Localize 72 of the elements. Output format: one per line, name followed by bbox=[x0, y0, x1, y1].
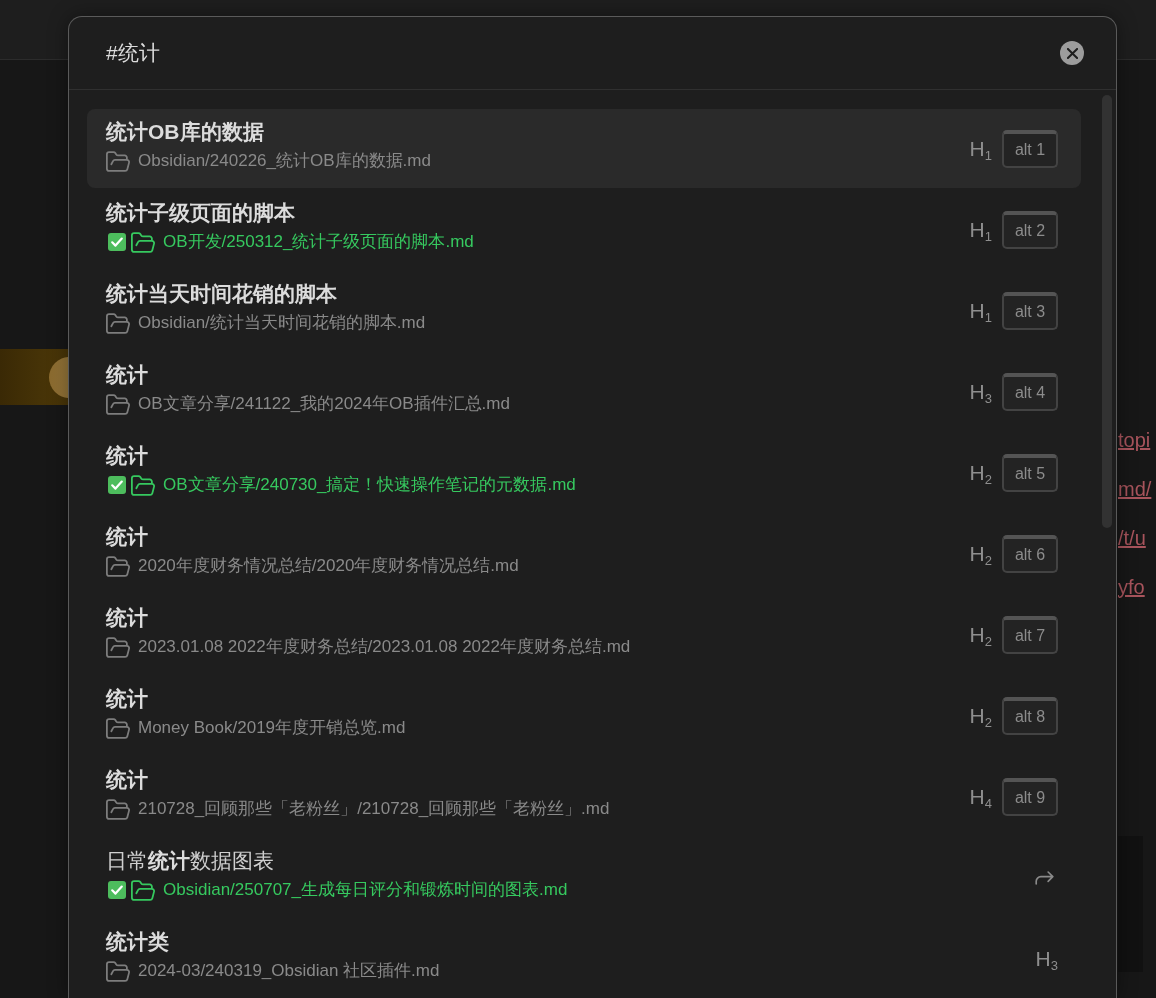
hotkey-hint: alt 1 bbox=[1002, 129, 1058, 168]
result-item[interactable]: 统计类 2024-03/240319_Obsidian 社区插件.md H$_{3}$ bbox=[87, 919, 1081, 998]
heading-level-label: H$_{2}$ bbox=[969, 459, 992, 486]
heading-level-label: H$_{4}$ bbox=[969, 783, 992, 810]
hotkey-hint: alt 8 bbox=[1002, 696, 1058, 735]
folder-icon bbox=[106, 636, 130, 658]
folder-icon bbox=[106, 717, 130, 739]
result-item[interactable]: 统计 2023.01.08 2022年度财务总结/2023.01.08 2022年度财务总结.md H$_{2}$ alt 7 bbox=[87, 595, 1081, 674]
heading-level-label: H$_{2}$ bbox=[969, 540, 992, 567]
result-item[interactable]: 统计 OB文章分享/240730_搞定！快速操作笔记的元数据.md H$_{2}$ alt 5 bbox=[87, 433, 1081, 512]
hotkey-hint: alt 6 bbox=[1002, 534, 1058, 573]
folder-icon bbox=[131, 474, 155, 496]
folder-icon bbox=[106, 312, 130, 334]
check-icon bbox=[108, 881, 126, 899]
folder-icon bbox=[131, 231, 155, 253]
link-text[interactable]: topi bbox=[1118, 416, 1151, 465]
folder-icon bbox=[106, 555, 130, 577]
result-title: 统计 bbox=[106, 362, 148, 388]
result-title: 日常统计数据图表 bbox=[106, 848, 274, 874]
result-item[interactable]: 统计 OB文章分享/241122_我的2024年OB插件汇总.md H$_{3}$ alt 4 bbox=[87, 352, 1081, 431]
hotkey-hint: alt 4 bbox=[1002, 372, 1058, 411]
result-title: 统计 bbox=[106, 443, 148, 469]
result-title: 统计 bbox=[106, 767, 148, 793]
result-item[interactable]: 统计子级页面的脚本 OB开发/250312_统计子级页面的脚本.md H$_{1}$ alt 2 bbox=[87, 190, 1081, 269]
hotkey-hint: alt 5 bbox=[1002, 453, 1058, 492]
file-path: 2024-03/240319_Obsidian 社区插件.md bbox=[138, 960, 440, 982]
result-title: 统计 bbox=[106, 524, 148, 550]
hotkey-hint: alt 2 bbox=[1002, 210, 1058, 249]
curved-arrow-icon bbox=[1035, 870, 1054, 885]
result-item[interactable]: 统计 210728_回顾那些「老粉丝」/210728_回顾那些「老粉丝」.md H$_{4}$ alt 9 bbox=[87, 757, 1081, 836]
search-field[interactable]: #统计 bbox=[106, 35, 1048, 71]
file-path: Obsidian/240226_统计OB库的数据.md bbox=[138, 150, 431, 172]
file-path: OB开发/250312_统计子级页面的脚本.md bbox=[163, 231, 474, 253]
file-path: Obsidian/统计当天时间花销的脚本.md bbox=[138, 312, 426, 334]
result-item[interactable]: 统计 2020年度财务情况总结/2020年度财务情况总结.md H$_{2}$ alt 6 bbox=[87, 514, 1081, 593]
result-title: 统计子级页面的脚本 bbox=[106, 200, 295, 226]
file-path: 2023.01.08 2022年度财务总结/2023.01.08 2022年度财务总结.md bbox=[138, 636, 631, 658]
folder-icon bbox=[131, 879, 155, 901]
result-title: 统计当天时间花销的脚本 bbox=[106, 281, 337, 307]
result-title: 统计 bbox=[106, 686, 148, 712]
result-item[interactable]: 统计OB库的数据 Obsidian/240226_统计OB库的数据.md H$_{1}$ alt 1 bbox=[87, 109, 1081, 188]
heading-level-label: H$_{2}$ bbox=[969, 621, 992, 648]
file-path: Money Book/2019年度开销总览.md bbox=[138, 717, 406, 739]
check-icon bbox=[108, 233, 126, 251]
file-path: OB文章分享/241122_我的2024年OB插件汇总.md bbox=[138, 393, 510, 415]
result-item[interactable]: 统计 Money Book/2019年度开销总览.md H$_{2}$ alt 8 bbox=[87, 676, 1081, 755]
file-path: 210728_回顾那些「老粉丝」/210728_回顾那些「老粉丝」.md bbox=[138, 798, 610, 820]
result-title: 统计OB库的数据 bbox=[106, 119, 264, 145]
clear-button[interactable] bbox=[1060, 41, 1084, 65]
result-title: 统计类 bbox=[106, 929, 169, 955]
folder-icon bbox=[106, 393, 130, 415]
result-item[interactable]: 日常统计数据图表 Obsidian/250707_生成每日评分和锻炼时间的图表.md bbox=[87, 838, 1081, 917]
heading-level-label: H$_{1}$ bbox=[969, 297, 992, 324]
check-icon bbox=[108, 476, 126, 494]
heading-level-label: H$_{2}$ bbox=[969, 702, 992, 729]
heading-level-label: H$_{1}$ bbox=[969, 135, 992, 162]
result-item[interactable]: 统计当天时间花销的脚本 Obsidian/统计当天时间花销的脚本.md H$_{1}$ alt 3 bbox=[87, 271, 1081, 350]
heading-level-label: H$_{1}$ bbox=[969, 216, 992, 243]
file-path: 2020年度财务情况总结/2020年度财务情况总结.md bbox=[138, 555, 519, 577]
close-icon bbox=[1066, 47, 1078, 59]
heading-level-label: H$_{3}$ bbox=[969, 378, 992, 405]
hotkey-hint: alt 3 bbox=[1002, 291, 1058, 330]
folder-icon bbox=[106, 798, 130, 820]
folder-icon bbox=[106, 960, 130, 982]
file-path: OB文章分享/240730_搞定！快速操作笔记的元数据.md bbox=[163, 474, 576, 496]
hotkey-hint: alt 7 bbox=[1002, 615, 1058, 654]
avatar bbox=[49, 356, 68, 398]
folder-icon bbox=[106, 150, 130, 172]
heading-level-label: H$_{3}$ bbox=[1035, 945, 1058, 972]
hotkey-hint: alt 9 bbox=[1002, 777, 1058, 816]
file-path: Obsidian/250707_生成每日评分和锻炼时间的图表.md bbox=[163, 879, 568, 901]
result-title: 统计 bbox=[106, 605, 148, 631]
